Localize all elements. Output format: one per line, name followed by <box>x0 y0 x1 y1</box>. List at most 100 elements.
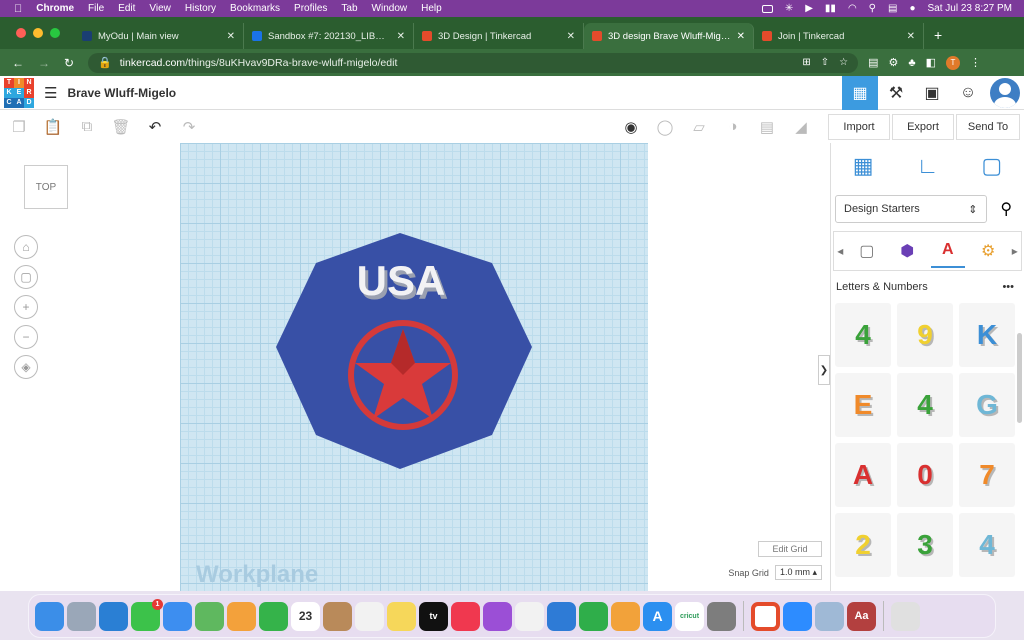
bookmark-star-icon[interactable]: ☆ <box>839 57 848 68</box>
dock-zoom-icon[interactable] <box>783 601 812 631</box>
dock-notes-icon[interactable] <box>387 601 416 631</box>
notes-button[interactable]: ◉ <box>614 110 648 144</box>
notes-tool-button[interactable]: ▢ <box>975 149 1009 183</box>
category-featured[interactable]: ▢ <box>850 234 884 268</box>
shape-item[interactable]: 9 <box>897 303 953 367</box>
extensions-puzzle-icon[interactable]: ♣ <box>908 57 915 69</box>
mirror-button[interactable]: ◢ <box>784 110 818 144</box>
play-icon[interactable]: ▶ <box>805 3 813 14</box>
zoom-out-button[interactable]: − <box>14 325 38 349</box>
zoom-in-button[interactable]: + <box>14 295 38 319</box>
dock-finder-icon[interactable] <box>35 601 64 631</box>
siri-icon[interactable]: ● <box>909 3 915 14</box>
dock-dictionary-icon[interactable]: Aa <box>847 601 876 631</box>
menubar-datetime[interactable]: Sat Jul 23 8:27 PM <box>928 3 1013 14</box>
shape-item[interactable]: E <box>835 373 891 437</box>
dock-safari-icon[interactable] <box>99 601 128 631</box>
screen-record-icon[interactable] <box>761 4 773 13</box>
shape-item[interactable]: 2 <box>835 513 891 577</box>
extension-doc-icon[interactable]: ▤ <box>868 56 878 69</box>
fit-view-button[interactable]: ▢ <box>14 265 38 289</box>
menubar-item-file[interactable]: File <box>88 3 104 14</box>
bricks-view-button[interactable]: ▣ <box>914 76 950 110</box>
dock-cricut-icon[interactable]: cricut <box>675 601 704 631</box>
tab-close-icon[interactable]: ✕ <box>567 31 575 42</box>
shape-item[interactable]: 4 <box>959 513 1015 577</box>
tinkercad-logo[interactable]: T I N K E R C A D <box>4 77 34 108</box>
dock-news-icon[interactable] <box>515 601 544 631</box>
dock-appstore-icon[interactable]: A <box>643 601 672 631</box>
menubar-app-name[interactable]: Chrome <box>36 3 74 14</box>
tab-close-icon[interactable]: ✕ <box>397 31 405 42</box>
dock-messages-icon[interactable]: 1 <box>131 598 163 631</box>
delete-button[interactable]: 🗑 <box>104 110 138 144</box>
minimize-window-button[interactable] <box>33 28 43 38</box>
control-center-icon[interactable]: ▤ <box>888 3 897 14</box>
tab-close-icon[interactable]: ✕ <box>227 31 235 42</box>
sidepanel-icon[interactable]: ◧ <box>926 56 936 69</box>
menubar-item-window[interactable]: Window <box>372 3 408 14</box>
dock-contacts-icon[interactable] <box>323 601 352 631</box>
shape-item[interactable]: G <box>959 373 1015 437</box>
dock-calendar-icon[interactable]: 23 <box>291 601 320 631</box>
wifi-icon[interactable]: ◠ <box>848 3 857 14</box>
export-button[interactable]: Export <box>892 114 954 140</box>
dock-maps-icon[interactable] <box>195 601 224 631</box>
duplicate-button[interactable]: ⧉ <box>70 110 104 144</box>
workplane-tool-button[interactable]: ▦ <box>846 149 880 183</box>
dock-mail-icon[interactable] <box>163 601 192 631</box>
usa-text-shape[interactable]: USA <box>357 257 446 304</box>
library-dropdown[interactable]: Design Starters ⇕ <box>835 195 987 223</box>
browser-tab[interactable]: MyOdu | Main view ✕ <box>74 23 244 49</box>
paste-button[interactable]: 📋 <box>36 110 70 144</box>
dock-pages-icon[interactable] <box>611 601 640 631</box>
lock-icon[interactable]: 🔒 <box>98 56 112 69</box>
battery-icon[interactable]: ▮▮ <box>825 3 836 14</box>
menubar-item-profiles[interactable]: Profiles <box>294 3 327 14</box>
shape-item[interactable]: K <box>959 303 1015 367</box>
panel-collapse-button[interactable]: ❯ <box>818 355 830 385</box>
profile-avatar[interactable]: T <box>945 55 960 70</box>
snap-grid-select[interactable]: 1.0 mm ▴ <box>774 565 822 580</box>
menubar-item-help[interactable]: Help <box>421 3 442 14</box>
menubar-item-tab[interactable]: Tab <box>341 3 357 14</box>
dock-facetime-icon[interactable] <box>259 601 288 631</box>
category-shapes[interactable]: ⬢ <box>890 234 924 268</box>
align-button[interactable]: ▤ <box>750 110 784 144</box>
browser-tab[interactable]: Join | Tinkercad ✕ <box>754 23 924 49</box>
chrome-menu-icon[interactable]: ⋮ <box>970 56 981 69</box>
apple-menu-icon[interactable]:  <box>14 3 22 15</box>
dock-tv-icon[interactable]: tv <box>419 601 448 631</box>
close-window-button[interactable] <box>16 28 26 38</box>
share-icon[interactable]: ⇧ <box>821 57 829 68</box>
tab-close-icon[interactable]: ✕ <box>907 31 915 42</box>
add-user-button[interactable]: ☺ <box>950 76 986 110</box>
workspace[interactable]: TOP ⌂ ▢ + − ◈ USA USA Workplane ❯ Edit G… <box>0 143 830 591</box>
bluetooth-icon[interactable]: ✳ <box>785 3 793 14</box>
browser-tab[interactable]: Sandbox #7: 202130_LIBS602 ✕ <box>244 23 414 49</box>
browser-tab-active[interactable]: 3D design Brave Wluff-Migelo ✕ <box>584 23 754 49</box>
dock-numbers-icon[interactable] <box>579 601 608 631</box>
3d-design-view-button[interactable]: ▦ <box>842 76 878 110</box>
design-list-icon[interactable]: ☰ <box>44 84 57 102</box>
spotlight-search-icon[interactable]: ⚲ <box>869 3 876 14</box>
shape-search-button[interactable]: ⚲ <box>993 195 1020 223</box>
zoom-window-button[interactable] <box>50 28 60 38</box>
back-arrow-icon[interactable]: ← <box>12 56 24 70</box>
dock-keynote-icon[interactable] <box>547 601 576 631</box>
dock-launchpad-icon[interactable] <box>67 601 96 631</box>
ungroup-button[interactable]: ◑ <box>716 110 750 144</box>
dock-music-icon[interactable] <box>451 601 480 631</box>
undo-button[interactable]: ↶ <box>138 110 172 144</box>
design-title[interactable]: Brave Wluff-Migelo <box>67 86 176 100</box>
shape-item[interactable]: 3 <box>897 513 953 577</box>
category-letters[interactable]: A <box>930 234 965 268</box>
shape-item[interactable]: 7 <box>959 443 1015 507</box>
carousel-right-icon[interactable]: ▸ <box>1012 244 1018 258</box>
dock-photos-icon[interactable] <box>227 601 256 631</box>
install-app-icon[interactable]: ⊞ <box>802 57 810 68</box>
menubar-item-history[interactable]: History <box>185 3 216 14</box>
more-options-icon[interactable]: ••• <box>1002 281 1014 293</box>
dock-settings-icon[interactable] <box>707 601 736 631</box>
shape-item[interactable]: 4 <box>835 303 891 367</box>
